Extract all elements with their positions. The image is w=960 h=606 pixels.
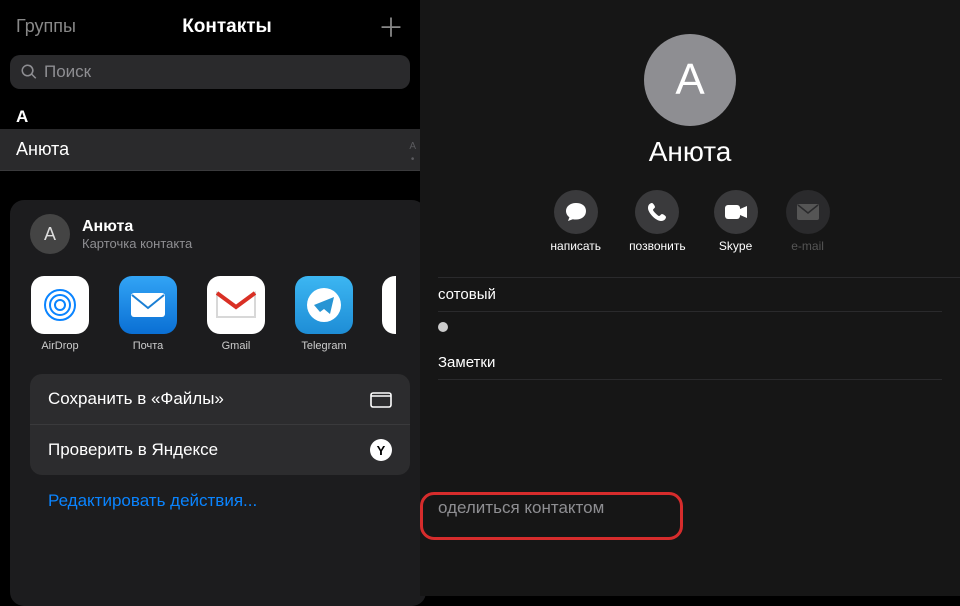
share-apps-row: AirDrop Почта Gmail bbox=[30, 272, 410, 372]
contacts-title: Контакты bbox=[182, 16, 272, 38]
action-check-yandex[interactable]: Проверить в Яндексе Y bbox=[30, 424, 410, 475]
share-contact-button[interactable]: оделиться контактом bbox=[438, 498, 960, 518]
sheet-title: Анюта bbox=[82, 218, 192, 236]
comm-skype[interactable]: Skype bbox=[714, 190, 758, 253]
pagination-dot bbox=[438, 322, 448, 332]
gmail-icon bbox=[207, 276, 265, 334]
share-app-airdrop[interactable]: AirDrop bbox=[30, 276, 90, 352]
mobile-label[interactable]: сотовый bbox=[438, 278, 942, 312]
share-app-mail[interactable]: Почта bbox=[118, 276, 178, 352]
communication-row: написать позвонить Skype e-mail bbox=[420, 190, 960, 277]
telegram-icon bbox=[295, 276, 353, 334]
video-icon bbox=[714, 190, 758, 234]
share-app-telegram[interactable]: Telegram bbox=[294, 276, 354, 352]
contact-avatar: А bbox=[644, 34, 736, 126]
sheet-avatar: А bbox=[30, 214, 70, 254]
add-contact-button[interactable]: ＋ bbox=[378, 8, 404, 45]
yandex-icon: Y bbox=[370, 439, 392, 461]
email-icon bbox=[786, 190, 830, 234]
contact-row-anyuta[interactable]: Анюта bbox=[0, 129, 420, 171]
share-actions: Сохранить в «Файлы» Проверить в Яндексе … bbox=[30, 374, 410, 475]
contacts-header: Группы Контакты ＋ bbox=[0, 0, 420, 55]
sheet-subtitle: Карточка контакта bbox=[82, 236, 192, 251]
phone-icon bbox=[635, 190, 679, 234]
search-icon bbox=[20, 63, 38, 81]
mail-icon bbox=[119, 276, 177, 334]
share-sheet: А Анюта Карточка контакта AirDrop bbox=[10, 200, 426, 606]
groups-button[interactable]: Группы bbox=[16, 16, 76, 37]
section-header-a: А bbox=[0, 101, 420, 129]
airdrop-icon bbox=[31, 276, 89, 334]
comm-email: e-mail bbox=[786, 190, 830, 253]
action-save-to-files[interactable]: Сохранить в «Файлы» bbox=[30, 374, 410, 424]
share-app-more[interactable] bbox=[382, 276, 396, 334]
edit-actions-button[interactable]: Редактировать действия... bbox=[30, 475, 410, 521]
message-icon bbox=[554, 190, 598, 234]
contact-detail-pane: А Анюта написать позвонить Skype bbox=[420, 0, 960, 596]
alphabet-index[interactable]: А • bbox=[409, 140, 416, 166]
comm-call[interactable]: позвонить bbox=[629, 190, 686, 253]
notes-label[interactable]: Заметки bbox=[438, 346, 942, 380]
search-input[interactable]: Поиск bbox=[10, 55, 410, 89]
comm-message[interactable]: написать bbox=[550, 190, 601, 253]
folder-icon bbox=[370, 388, 392, 410]
contact-name: Анюта bbox=[420, 136, 960, 168]
share-app-gmail[interactable]: Gmail bbox=[206, 276, 266, 352]
